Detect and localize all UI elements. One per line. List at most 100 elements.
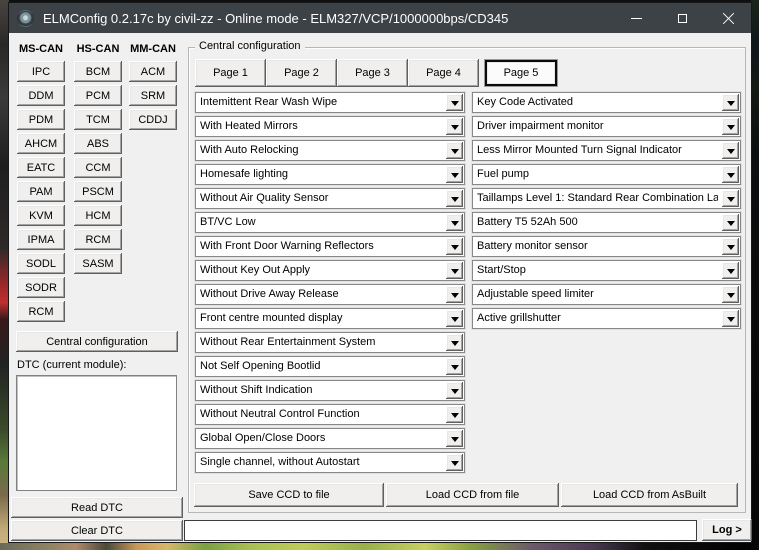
load-ccd-asbuilt-button[interactable]: Load CCD from AsBuilt <box>561 483 738 507</box>
combo-driver-impairment[interactable]: Driver impairment monitor <box>472 116 741 137</box>
combo-value: Without Neutral Control Function <box>200 407 442 422</box>
module-button-pam[interactable]: PAM <box>17 181 65 202</box>
combo-taillamps[interactable]: Taillamps Level 1: Standard Rear Combina… <box>472 188 741 209</box>
combo-rear-entertainment[interactable]: Without Rear Entertainment System <box>195 332 465 353</box>
dropdown-arrow-icon[interactable] <box>722 94 739 111</box>
combo-battery-monitor[interactable]: Battery monitor sensor <box>472 236 741 257</box>
combo-door-warning-reflectors[interactable]: With Front Door Warning Reflectors <box>195 236 465 257</box>
combo-rear-wash-wipe[interactable]: Intemittent Rear Wash Wipe <box>195 92 465 113</box>
module-button-srm[interactable]: SRM <box>129 85 177 106</box>
log-button[interactable]: Log > <box>702 519 752 541</box>
down-triangle-icon <box>451 413 459 422</box>
combo-heated-mirrors[interactable]: With Heated Mirrors <box>195 116 465 137</box>
tab-page-5-active[interactable]: Page 5 <box>485 60 557 86</box>
combo-air-quality-sensor[interactable]: Without Air Quality Sensor <box>195 188 465 209</box>
combo-value: Without Air Quality Sensor <box>200 191 442 206</box>
dropdown-arrow-icon[interactable] <box>722 118 739 135</box>
dropdown-arrow-icon[interactable] <box>446 94 463 111</box>
tab-page-2[interactable]: Page 2 <box>266 59 337 87</box>
tab-page-1[interactable]: Page 1 <box>195 59 266 87</box>
read-dtc-button[interactable]: Read DTC <box>11 497 183 518</box>
dropdown-arrow-icon[interactable] <box>722 190 739 207</box>
dropdown-arrow-icon[interactable] <box>446 262 463 279</box>
combo-speed-limiter[interactable]: Adjustable speed limiter <box>472 284 741 305</box>
tab-page-3[interactable]: Page 3 <box>337 59 408 87</box>
module-button-hcm[interactable]: HCM <box>74 205 122 226</box>
combo-centre-display[interactable]: Front centre mounted display <box>195 308 465 329</box>
save-ccd-button[interactable]: Save CCD to file <box>194 483 384 507</box>
dropdown-arrow-icon[interactable] <box>722 238 739 255</box>
close-button[interactable] <box>705 3 751 33</box>
module-button-sodl[interactable]: SODL <box>17 253 65 274</box>
module-button-ddm[interactable]: DDM <box>17 85 65 106</box>
module-button-rcm-ms[interactable]: RCM <box>17 301 65 322</box>
dropdown-arrow-icon[interactable] <box>446 334 463 351</box>
module-button-acm[interactable]: ACM <box>129 61 177 82</box>
combo-mirror-turn-signal[interactable]: Less Mirror Mounted Turn Signal Indicato… <box>472 140 741 161</box>
module-button-ahcm[interactable]: AHCM <box>17 133 65 154</box>
combo-battery-type[interactable]: Battery T5 52Ah 500 <box>472 212 741 233</box>
module-button-eatc[interactable]: EATC <box>17 157 65 178</box>
combo-key-code[interactable]: Key Code Activated <box>472 92 741 113</box>
module-button-tcm[interactable]: TCM <box>74 109 122 130</box>
dropdown-arrow-icon[interactable] <box>722 286 739 303</box>
down-triangle-icon <box>727 293 735 302</box>
dropdown-arrow-icon[interactable] <box>446 358 463 375</box>
dropdown-arrow-icon[interactable] <box>446 166 463 183</box>
dropdown-arrow-icon[interactable] <box>722 214 739 231</box>
dropdown-arrow-icon[interactable] <box>446 382 463 399</box>
central-configuration-button[interactable]: Central configuration <box>16 331 178 352</box>
combo-grillshutter[interactable]: Active grillshutter <box>472 308 741 329</box>
module-button-pcm[interactable]: PCM <box>74 85 122 106</box>
clear-dtc-button[interactable]: Clear DTC <box>11 520 183 541</box>
module-button-sodr[interactable]: SODR <box>17 277 65 298</box>
dtc-list[interactable] <box>16 375 177 491</box>
combo-autostart-channel[interactable]: Single channel, without Autostart <box>195 452 465 473</box>
combo-self-opening-bootlid[interactable]: Not Self Opening Bootlid <box>195 356 465 377</box>
combo-fuel-pump[interactable]: Fuel pump <box>472 164 741 185</box>
dropdown-arrow-icon[interactable] <box>446 238 463 255</box>
module-button-abs[interactable]: ABS <box>74 133 122 154</box>
module-button-pscm[interactable]: PSCM <box>74 181 122 202</box>
minimize-button[interactable] <box>613 3 659 33</box>
combo-neutral-control[interactable]: Without Neutral Control Function <box>195 404 465 425</box>
dropdown-arrow-icon[interactable] <box>446 430 463 447</box>
combo-auto-relocking[interactable]: With Auto Relocking <box>195 140 465 161</box>
combo-start-stop[interactable]: Start/Stop <box>472 260 741 281</box>
module-button-kvm[interactable]: KVM <box>17 205 65 226</box>
dropdown-arrow-icon[interactable] <box>446 310 463 327</box>
load-ccd-file-button[interactable]: Load CCD from file <box>386 483 559 507</box>
titlebar[interactable]: ELMConfig 0.2.17c by civil-zz - Online m… <box>9 3 751 33</box>
module-button-ccm[interactable]: CCM <box>74 157 122 178</box>
combo-global-open-close[interactable]: Global Open/Close Doors <box>195 428 465 449</box>
dropdown-arrow-icon[interactable] <box>446 286 463 303</box>
dropdown-arrow-icon[interactable] <box>446 406 463 423</box>
tab-page-4[interactable]: Page 4 <box>408 59 479 87</box>
combo-key-out-apply[interactable]: Without Key Out Apply <box>195 260 465 281</box>
dropdown-arrow-icon[interactable] <box>446 214 463 231</box>
module-button-ipc[interactable]: IPC <box>17 61 65 82</box>
combo-bt-vc[interactable]: BT/VC Low <box>195 212 465 233</box>
minimize-icon <box>631 18 642 19</box>
module-button-ipma[interactable]: IPMA <box>17 229 65 250</box>
combo-shift-indication[interactable]: Without Shift Indication <box>195 380 465 401</box>
dropdown-arrow-icon[interactable] <box>722 166 739 183</box>
maximize-button[interactable] <box>659 3 705 33</box>
module-button-cddj[interactable]: CDDJ <box>129 109 177 130</box>
dropdown-arrow-icon[interactable] <box>722 142 739 159</box>
down-triangle-icon <box>727 125 735 134</box>
dropdown-arrow-icon[interactable] <box>446 118 463 135</box>
module-button-bcm[interactable]: BCM <box>74 61 122 82</box>
module-button-sasm[interactable]: SASM <box>74 253 122 274</box>
module-button-pdm[interactable]: PDM <box>17 109 65 130</box>
down-triangle-icon <box>451 125 459 134</box>
combo-homesafe-lighting[interactable]: Homesafe lighting <box>195 164 465 185</box>
module-button-rcm-hs[interactable]: RCM <box>74 229 122 250</box>
combo-drive-away-release[interactable]: Without Drive Away Release <box>195 284 465 305</box>
dropdown-arrow-icon[interactable] <box>446 190 463 207</box>
dropdown-arrow-icon[interactable] <box>446 454 463 471</box>
dropdown-arrow-icon[interactable] <box>722 262 739 279</box>
dropdown-arrow-icon[interactable] <box>446 142 463 159</box>
command-input[interactable] <box>184 520 697 541</box>
dropdown-arrow-icon[interactable] <box>722 310 739 327</box>
